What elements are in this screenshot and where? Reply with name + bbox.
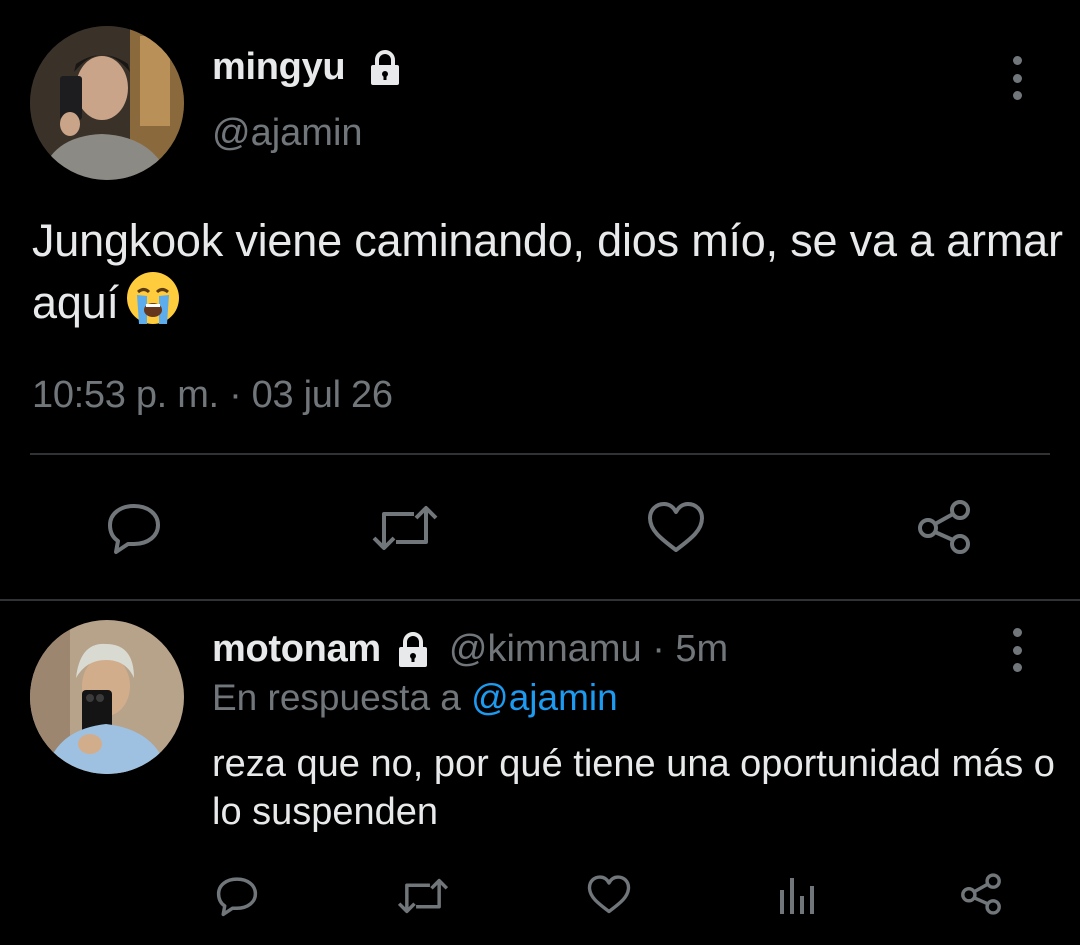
tweet-text: Jungkook viene caminando, dios mío, se v… xyxy=(32,212,1072,332)
lock-icon xyxy=(365,48,405,88)
tweet-body: Jungkook viene caminando, dios mío, se v… xyxy=(32,215,1063,328)
like-icon[interactable] xyxy=(586,874,632,916)
reply-text: reza que no, por qué tiene una oportunid… xyxy=(212,743,1055,833)
share-icon[interactable] xyxy=(914,498,974,556)
reply-author-name-row: motonam @kimnamu · 5m xyxy=(212,628,728,671)
retweet-icon[interactable] xyxy=(370,502,440,554)
tweet-timestamp[interactable]: 10:53 p. m. · 03 jul 26 xyxy=(32,374,393,417)
retweet-icon[interactable] xyxy=(396,876,450,916)
reply-icon[interactable] xyxy=(214,874,260,918)
loudly-crying-face-emoji xyxy=(125,270,181,326)
author-avatar[interactable] xyxy=(30,26,184,180)
reply-icon[interactable] xyxy=(104,500,164,556)
in-reply-mention-link[interactable]: @ajamin xyxy=(471,677,618,718)
share-icon[interactable] xyxy=(958,872,1004,916)
author-display-name[interactable]: mingyu xyxy=(212,46,346,89)
more-options-icon[interactable] xyxy=(1007,56,1027,100)
more-options-icon[interactable] xyxy=(1007,628,1027,672)
in-reply-to: En respuesta a @ajamin xyxy=(212,677,618,719)
reply-handle-time[interactable]: @kimnamu · 5m xyxy=(449,628,728,671)
author-name-row: mingyu xyxy=(212,46,405,89)
analytics-icon[interactable] xyxy=(776,874,816,916)
like-icon[interactable] xyxy=(646,500,706,556)
lock-icon xyxy=(393,630,433,670)
author-handle[interactable]: @ajamin xyxy=(212,112,363,155)
divider xyxy=(0,599,1080,601)
reply-author-display-name[interactable]: motonam xyxy=(212,628,381,671)
divider xyxy=(30,453,1050,455)
reply-author-avatar[interactable] xyxy=(30,620,184,774)
in-reply-prefix: En respuesta a xyxy=(212,677,461,718)
tweet-thread: mingyu @ajamin Jungkook viene caminando,… xyxy=(0,0,1080,945)
